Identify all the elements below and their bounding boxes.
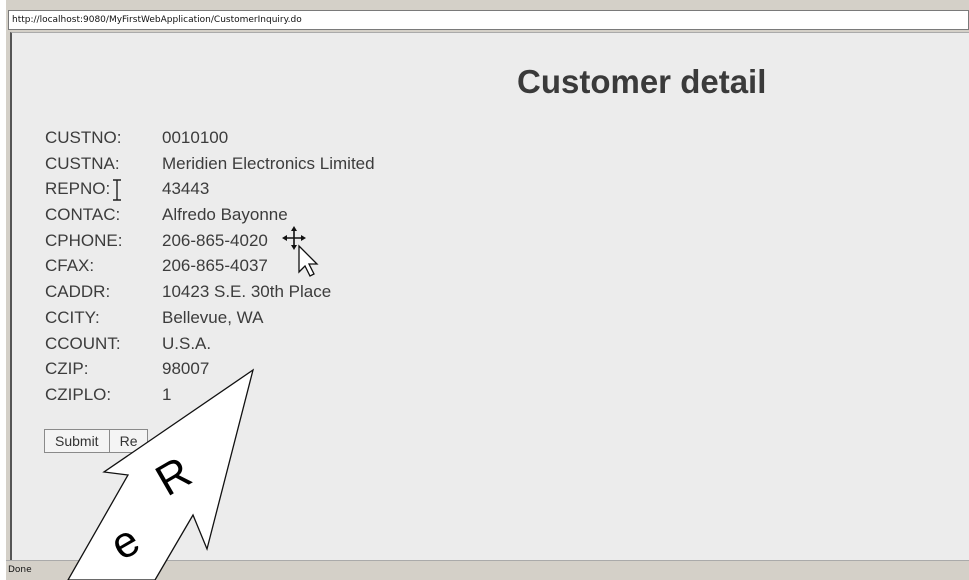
field-value: 1 [162, 384, 172, 404]
page-content: Customer detail CUSTNO: 0010100 CUSTNA: Me… [10, 32, 969, 560]
field-value: 0010100 [162, 128, 229, 147]
field-row-ccount: CCOUNT: U.S.A. [45, 331, 375, 357]
status-bar: Done [6, 560, 969, 580]
field-value: U.S.A. [162, 333, 212, 353]
reset-button[interactable]: Re [109, 429, 149, 453]
submit-button[interactable]: Submit [44, 429, 110, 453]
field-value: 10423 S.E. 30th Place [162, 282, 332, 302]
field-row-cfax: CFAX: 206-865-4037 [45, 253, 375, 279]
field-value: 43443 [162, 179, 210, 199]
field-row-custna: CUSTNA: Meridien Electronics Limited [45, 151, 375, 177]
field-label: CFAX: [45, 256, 95, 276]
field-value: Meridien Electronics Limited [162, 153, 375, 173]
field-label: CPHONE: [45, 230, 123, 250]
field-row-caddr: CADDR: 10423 S.E. 30th Place [45, 279, 375, 305]
field-row-cphone: CPHONE: 206-865-4020 [45, 228, 375, 254]
field-value: 206-865-4020 [162, 230, 268, 250]
field-label: CADDR: [45, 282, 111, 302]
form-buttons: Submit Re [44, 429, 149, 453]
field-label: CUSTNA: [45, 153, 120, 173]
field-row-contac: CONTAC: Alfredo Bayonne [45, 202, 375, 228]
field-label: CZIP: [45, 359, 89, 379]
field-label: REPNO: [45, 179, 111, 199]
field-label: CCOUNT: [45, 333, 121, 353]
field-label: CONTAC: [45, 205, 121, 225]
field-row-ccity: CCITY: Bellevue, WA [45, 305, 375, 331]
field-label: CCITY: [45, 307, 100, 327]
address-bar[interactable]: http://localhost:9080/MyFirstWebApplicat… [8, 10, 969, 30]
page-title: Customer detail [517, 63, 767, 100]
field-value: Bellevue, WA [162, 307, 264, 327]
field-row-czip: CZIP: 98007 [45, 356, 375, 382]
field-value: 98007 [162, 359, 210, 379]
customer-fields: CUSTNO: 0010100 CUSTNA: Meridien Electroni… [45, 125, 375, 408]
field-row-cziplo: CZIPLO: 1 [45, 382, 375, 408]
field-row-custno: CUSTNO: 0010100 [45, 125, 375, 151]
field-row-repno: REPNO: 43443 [45, 176, 375, 202]
field-value: 206-865-4037 [162, 256, 268, 276]
field-value: Alfredo Bayonne [162, 205, 288, 225]
browser-window: http://localhost:9080/MyFirstWebApplicat… [6, 0, 969, 580]
field-label: CUSTNO: [45, 128, 122, 147]
field-label: CZIPLO: [45, 384, 112, 404]
